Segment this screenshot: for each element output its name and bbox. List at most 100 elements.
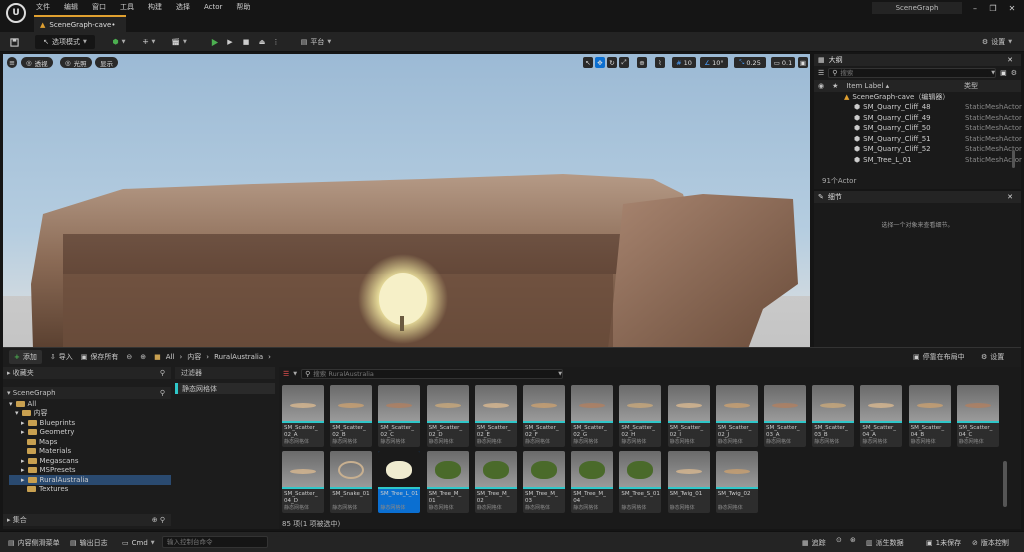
camera-icon[interactable]: ⊙ (836, 536, 842, 549)
stop-icon[interactable]: ■ (240, 35, 252, 49)
asset-tile[interactable]: SM_Scatter_ 02_H 静态网格体 (619, 385, 662, 447)
outliner-row[interactable]: ⬢ SM_Tree_L_01 StaticMeshActor (814, 155, 1022, 166)
minimize-icon[interactable]: – (966, 2, 984, 14)
derived-data-button[interactable]: ▥ 派生数据 (866, 536, 904, 549)
grid-snap-button[interactable]: #10 (672, 57, 696, 68)
asset-tile[interactable]: SM_Scatter_ 02_F 静态网格体 (523, 385, 565, 447)
surface-snap-icon[interactable]: ⌇ (655, 57, 665, 68)
menu-tools[interactable]: 工具 (120, 2, 134, 12)
menu-help[interactable]: 帮助 (236, 2, 250, 12)
add-collection-icon[interactable]: ⊕ ⚲ (152, 516, 165, 524)
visibility-icon[interactable]: ◉ (818, 82, 824, 90)
search-icon[interactable]: ⚲ (160, 369, 165, 377)
asset-tile[interactable]: SM_Tree_S_01 静态网格体 (619, 451, 662, 513)
asset-tile[interactable]: SM_Scatter_ 03_A 静态网格体 (764, 385, 806, 447)
dock-in-layout-button[interactable]: ▣ 停靠在布局中 (913, 352, 965, 362)
asset-tile[interactable]: SM_Tree_M_ 03 静态网格体 (523, 451, 565, 513)
tree-item-geometry[interactable]: ▸ Geometry (9, 428, 171, 438)
outliner-row[interactable]: ⬢ SM_Quarry_Cliff_49 StaticMeshActor (814, 113, 1022, 124)
asset-tile[interactable]: SM_Scatter_ 04_B 静态网格体 (908, 385, 951, 447)
blueprint-button[interactable]: ⁜ ▼ (138, 35, 160, 49)
asset-tile[interactable]: SM_Scatter_ 02_G 静态网格体 (571, 385, 614, 447)
save-folder-icon[interactable]: ▣ (1000, 69, 1007, 77)
collections-header[interactable]: ▸ 集合 ⊕ ⚲ (3, 514, 171, 526)
favorites-header[interactable]: ▸ 收藏夹 ⚲ (3, 367, 171, 379)
tree-item-blueprints[interactable]: ▸ Blueprints (9, 418, 171, 428)
save-all-button[interactable]: ▣ 保存所有 (81, 352, 119, 362)
step-icon[interactable]: ▶︎ (224, 35, 236, 49)
source-control-button[interactable]: ⊘ 版本控制 (972, 536, 1009, 549)
pin-icon[interactable]: ★ (832, 82, 838, 90)
lit-button[interactable]: ◎ 光照 (60, 57, 92, 68)
asset-tile[interactable]: SM_Scatter_ 02_I 静态网格体 (667, 385, 710, 447)
asset-tile[interactable]: SM_Scatter_ 04_A 静态网格体 (860, 385, 903, 447)
eject-icon[interactable]: ⏏︎ (256, 35, 268, 49)
close-icon[interactable]: ✕ (1007, 56, 1013, 64)
move-tool-icon[interactable]: ✥ (595, 57, 605, 68)
cb-settings-button[interactable]: ⚙ 设置 (981, 352, 1004, 362)
menu-window[interactable]: 窗口 (92, 2, 106, 12)
tree-item-all[interactable]: ▾ All (9, 399, 171, 409)
show-button[interactable]: 显示 (95, 57, 118, 68)
asset-tile[interactable]: SM_Snake_01 静态网格体 (330, 451, 373, 513)
breadcrumb-ruralaustralia[interactable]: RuralAustralia (214, 353, 263, 361)
asset-tile[interactable]: SM_Scatter_ 02_B 静态网格体 (330, 385, 373, 447)
menu-file[interactable]: 文件 (36, 2, 50, 12)
settings-button[interactable]: ⚙ 设置 ▼ (974, 35, 1020, 49)
asset-tile[interactable]: SM_Twig_01 静态网格体 (667, 451, 710, 513)
menu-build[interactable]: 构建 (148, 2, 162, 12)
network-icon[interactable]: ⊛ (850, 536, 856, 549)
add-actor-button[interactable]: ⬢ ▼ (108, 35, 130, 49)
menu-edit[interactable]: 编辑 (64, 2, 78, 12)
asset-tile[interactable]: SM_Tree_M_ 02 静态网格体 (474, 451, 517, 513)
save-icon[interactable] (8, 35, 20, 49)
outliner-scrollbar[interactable] (1012, 150, 1015, 168)
tree-item-textures[interactable]: Textures (9, 485, 171, 495)
asset-tile[interactable]: SM_Scatter_ 02_J 静态网格体 (715, 385, 758, 447)
asset-tile[interactable]: SM_Twig_02 静态网格体 (715, 451, 758, 513)
project-header[interactable]: ▾ SceneGraph ⚲ (3, 387, 171, 399)
import-button[interactable]: ⇩ 导入 (50, 352, 73, 362)
outliner-root[interactable]: ▲ SceneGraph-cave（编辑器） (814, 92, 1021, 102)
asset-tile[interactable]: SM_Tree_M_ 01 静态网格体 (426, 451, 469, 513)
trace-button[interactable]: ▦ 追踪 (802, 536, 826, 549)
asset-tile[interactable]: SM_Tree_L_01 静态网格体 (378, 451, 421, 513)
menu-select[interactable]: 选择 (176, 2, 190, 12)
cmd-button[interactable]: ▭ Cmd ▼ (122, 536, 155, 549)
select-tool-icon[interactable]: ↖ (583, 57, 593, 68)
cinematics-button[interactable]: 🎬︎ ▼ (168, 35, 190, 49)
asset-tile[interactable]: SM_Scatter_ 02_E 静态网格体 (474, 385, 517, 447)
outliner-search-input[interactable] (840, 69, 989, 77)
perspective-button[interactable]: ◎ 透视 (21, 57, 53, 68)
back-icon[interactable]: ⊖ (126, 353, 132, 361)
asset-tile[interactable]: SM_Scatter_ 03_B 静态网格体 (812, 385, 855, 447)
forward-icon[interactable]: ⊕ (140, 353, 146, 361)
details-tab[interactable]: ✎ 细节 ✕ (814, 191, 1021, 203)
rotate-tool-icon[interactable]: ↻ (607, 57, 617, 68)
platform-button[interactable]: ▤ 平台 ▼ (298, 35, 334, 49)
search-icon[interactable]: ⚲ (160, 389, 165, 397)
level-tab[interactable]: ▲ SceneGraph-cave• (34, 15, 126, 32)
scale-tool-icon[interactable]: ⤢ (619, 57, 629, 68)
world-local-icon[interactable]: ⊕ (637, 57, 647, 68)
content-drawer-button[interactable]: ▤ 内容侧滑菜单 (8, 536, 60, 549)
outliner-row[interactable]: ⬢ SM_Quarry_Cliff_48 StaticMeshActor (814, 102, 1022, 113)
filter-icon[interactable]: ☰ (818, 69, 824, 77)
asset-tile[interactable]: SM_Scatter_ 04_C 静态网格体 (956, 385, 999, 447)
outliner-row[interactable]: ⬢ SM_Quarry_Cliff_52 StaticMeshActor (814, 144, 1022, 155)
mode-select[interactable]: ↖ 选项模式 ▼ (35, 35, 95, 49)
asset-tile[interactable]: SM_Scatter_ 02_A 静态网格体 (282, 385, 324, 447)
camera-speed-button[interactable]: ▭ 0.1 (771, 57, 795, 68)
more-options-icon[interactable]: ⋮ (272, 35, 280, 49)
add-button[interactable]: + 添加 (9, 350, 42, 364)
scale-snap-button[interactable]: ⤡ 0.25 (734, 57, 766, 68)
tree-item-mspresets[interactable]: ▸ MSPresets (9, 466, 171, 476)
close-icon[interactable]: ✕ (1007, 193, 1013, 201)
menu-actor[interactable]: Actor (204, 3, 222, 11)
tree-item-content[interactable]: ▾ 内容 (9, 409, 171, 419)
play-button[interactable] (208, 35, 220, 49)
level-viewport[interactable]: ≡ ◎ 透视 ◎ 光照 显示 ↖ ✥ ↻ ⤢ ⊕ ⌇ #10 ∠ 10° ⤡ 0.25 … (3, 54, 810, 349)
console-input[interactable] (162, 536, 268, 548)
breadcrumb-content[interactable]: 内容 (187, 352, 201, 362)
outliner-search-box[interactable]: ⚲ ▼ (828, 68, 997, 78)
